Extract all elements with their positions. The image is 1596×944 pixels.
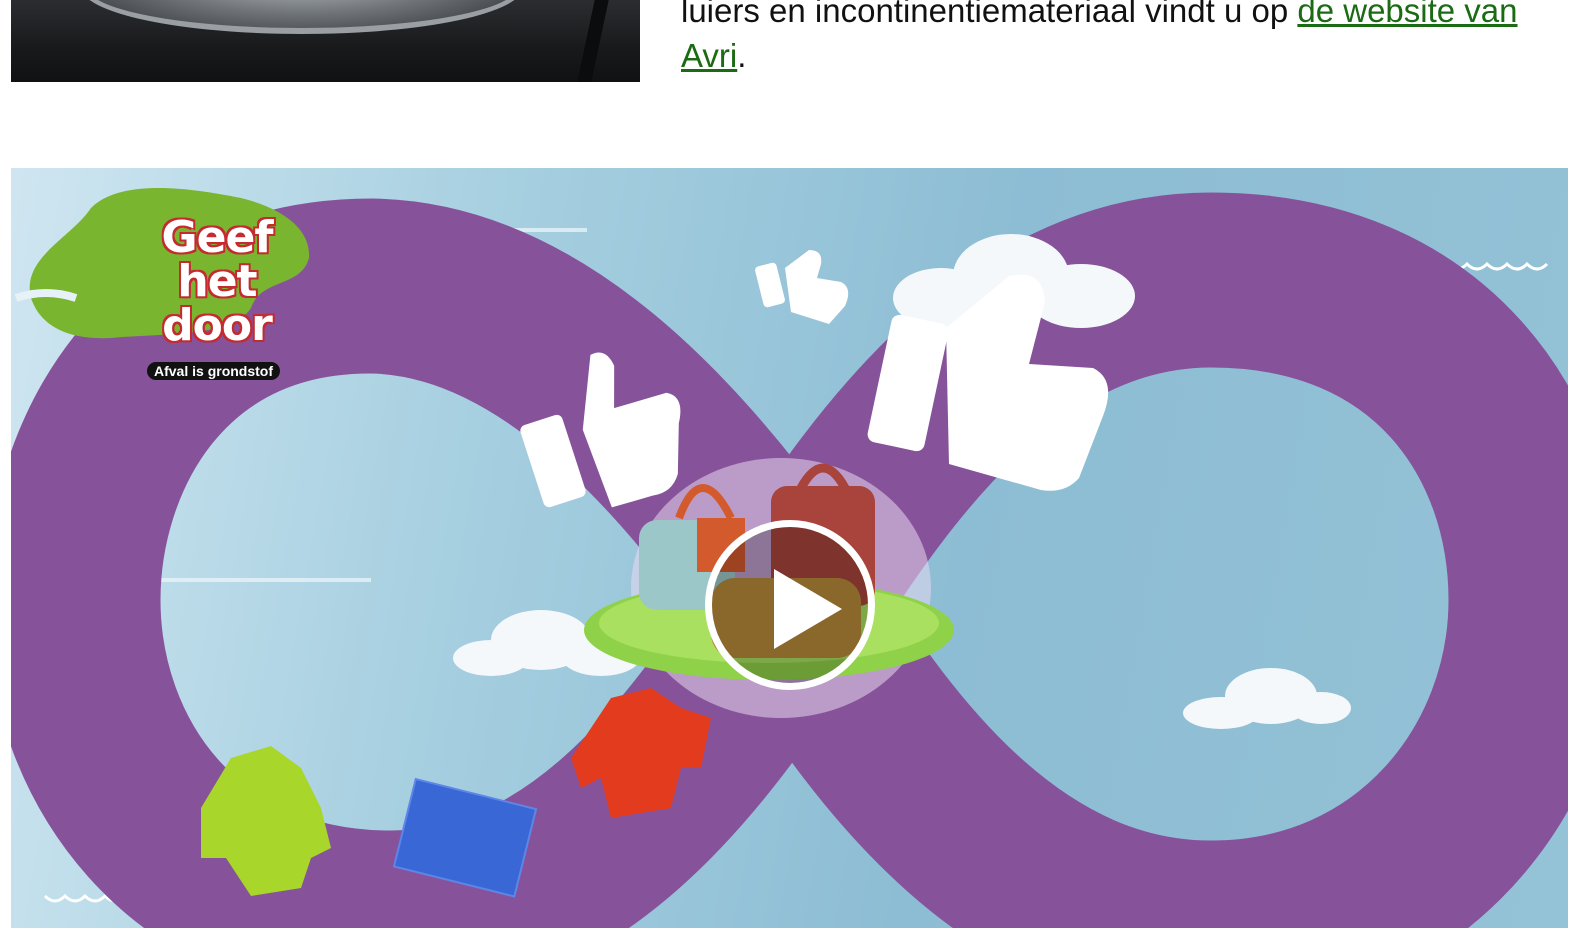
logo-wordmark: Geef het door [137, 216, 297, 348]
logo-line-3: door [162, 300, 273, 351]
logo-line-2: het [177, 256, 257, 307]
logo-tagline: Afval is grondstof [147, 362, 281, 380]
paragraph-end: . [737, 37, 747, 74]
photo-image [11, 0, 640, 82]
play-icon [774, 569, 842, 649]
video-player[interactable]: Geef het door Afval is grondstof [11, 168, 1568, 928]
intro-paragraph: luiers en incontinentiemateriaal vindt u… [681, 0, 1561, 78]
photo-edge [577, 0, 609, 82]
paragraph-text: luiers en incontinentiemateriaal vindt u… [681, 0, 1298, 29]
logo-line-1: Geef [161, 212, 274, 263]
photo-rim [81, 0, 523, 34]
play-button[interactable] [705, 520, 875, 690]
